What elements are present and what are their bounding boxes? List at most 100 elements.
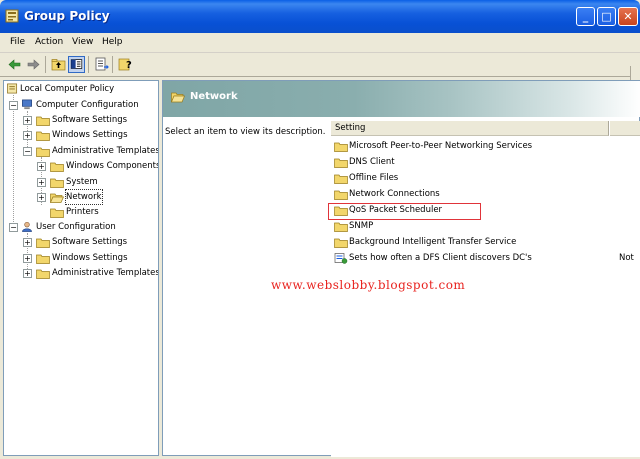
svg-text:?: ? (126, 60, 132, 71)
toolbar-separator (45, 56, 46, 73)
tree-item-computer-configuration[interactable]: − Computer Configuration (6, 98, 156, 112)
tree-item-printers[interactable]: Printers (34, 205, 156, 219)
menu-view[interactable]: View (72, 37, 93, 47)
pane-splitter (630, 66, 640, 80)
tree-line (13, 95, 14, 232)
minimize-icon: _ (582, 10, 589, 23)
column-header-state[interactable] (610, 121, 640, 136)
details-header: Network (163, 81, 640, 117)
tree-item-label: System (66, 177, 98, 187)
expand-icon[interactable]: + (37, 178, 46, 187)
minimize-button[interactable]: _ (576, 7, 595, 26)
list-item-label: Network Connections (349, 189, 440, 199)
tree-item-uc-windows-settings[interactable]: + Windows Settings (20, 251, 156, 265)
description-text: Select an item to view its description. (165, 127, 326, 137)
column-header-setting[interactable]: Setting (331, 121, 609, 136)
list-item-label: SNMP (349, 221, 374, 231)
expand-icon[interactable]: + (23, 238, 32, 247)
expand-icon[interactable]: + (37, 193, 46, 202)
tree-item-label: Computer Configuration (36, 100, 139, 110)
expand-icon[interactable]: + (37, 162, 46, 171)
expand-icon[interactable]: + (23, 254, 32, 263)
tree-item-label: Network (65, 189, 103, 205)
title-bar[interactable]: Group Policy _ □ ✕ (0, 0, 640, 33)
tree-item-label: Software Settings (52, 237, 128, 247)
folder-icon (334, 158, 348, 168)
folder-icon (50, 178, 64, 188)
window-title: Group Policy (24, 9, 110, 23)
tree-item-cc-windows-settings[interactable]: + Windows Settings (20, 128, 156, 142)
folder-icon (36, 131, 50, 141)
tree-item-label: User Configuration (36, 222, 116, 232)
folder-icon (334, 190, 348, 200)
list-item-label: Microsoft Peer-to-Peer Networking Servic… (349, 141, 533, 151)
help-icon[interactable]: ? (117, 56, 134, 73)
menu-help[interactable]: Help (102, 37, 123, 47)
open-folder-icon (171, 92, 185, 103)
policy-scroll-icon (7, 83, 18, 94)
tree-item-label: Printers (66, 207, 99, 217)
back-arrow-icon[interactable] (6, 56, 23, 73)
folder-icon (36, 254, 50, 264)
tree-item-uc-administrative-templates[interactable]: + Administrative Templates (20, 266, 159, 280)
tree-item-system[interactable]: + System (34, 175, 156, 189)
list-item-label: DNS Client (349, 157, 395, 167)
folder-icon (36, 147, 50, 157)
menu-file[interactable]: File (10, 37, 25, 47)
tree-item-network[interactable]: + Network (34, 189, 156, 205)
forward-arrow-icon[interactable] (25, 56, 42, 73)
expand-icon[interactable]: + (23, 131, 32, 140)
show-hide-tree-icon[interactable] (68, 56, 85, 73)
tree-item-cc-administrative-templates[interactable]: − Administrative Templates (20, 144, 159, 158)
export-list-icon[interactable] (93, 56, 110, 73)
up-folder-icon[interactable] (50, 56, 67, 73)
tree-item-label: Software Settings (52, 115, 128, 125)
tree-item-label: Administrative Templates (52, 146, 159, 156)
folder-icon (36, 269, 50, 279)
toolbar-separator (88, 56, 89, 73)
folder-icon (334, 238, 348, 248)
folder-icon (50, 162, 64, 172)
close-button[interactable]: ✕ (618, 7, 638, 26)
tree-item-label: Administrative Templates (52, 268, 159, 278)
folder-icon (334, 142, 348, 152)
tree-item-cc-software-settings[interactable]: + Software Settings (20, 113, 156, 127)
qos-highlight-box (328, 203, 481, 220)
tree-item-windows-components[interactable]: + Windows Components (34, 159, 159, 173)
folder-icon (334, 222, 348, 232)
tree-item-user-configuration[interactable]: − User Configuration (6, 220, 156, 234)
toolbar-separator (112, 56, 113, 73)
tree-item-label: Windows Settings (52, 253, 128, 263)
open-folder-icon (50, 193, 64, 203)
close-icon: ✕ (623, 10, 633, 23)
collapse-icon[interactable]: − (23, 147, 32, 156)
folder-icon (334, 174, 348, 184)
tree-item-label: Windows Settings (52, 130, 128, 140)
list-item-label: Sets how often a DFS Client discovers DC… (349, 253, 532, 263)
list-item-label: Background Intelligent Transfer Service (349, 237, 517, 247)
expand-icon[interactable]: + (23, 269, 32, 278)
tree-pane[interactable]: Local Computer Policy − Computer Configu… (3, 80, 159, 456)
list-item-state: Not (619, 253, 634, 263)
tree-item-uc-software-settings[interactable]: + Software Settings (20, 235, 156, 249)
list-item-label: Offline Files (349, 173, 399, 183)
menu-bar: File Action View Help (0, 33, 640, 53)
group-policy-icon (5, 9, 19, 23)
menu-action[interactable]: Action (35, 37, 63, 47)
tree-item-label: Windows Components (66, 161, 159, 171)
collapse-icon[interactable]: − (9, 223, 18, 232)
policy-setting-icon (334, 253, 348, 264)
expand-icon[interactable]: + (23, 116, 32, 125)
toolbar: ? (0, 53, 640, 77)
tree-item-label: Local Computer Policy (20, 84, 115, 94)
tree-item-local-computer-policy[interactable]: Local Computer Policy (6, 82, 156, 96)
maximize-button[interactable]: □ (597, 7, 616, 26)
collapse-icon[interactable]: − (9, 101, 18, 110)
details-title: Network (190, 91, 238, 102)
details-pane: Network Select an item to view its descr… (162, 80, 640, 457)
maximize-icon: □ (601, 10, 612, 23)
user-icon (22, 222, 32, 232)
group-policy-window: Group Policy _ □ ✕ File Action View Help (0, 0, 640, 459)
computer-icon (22, 99, 32, 110)
folder-icon (36, 116, 50, 126)
